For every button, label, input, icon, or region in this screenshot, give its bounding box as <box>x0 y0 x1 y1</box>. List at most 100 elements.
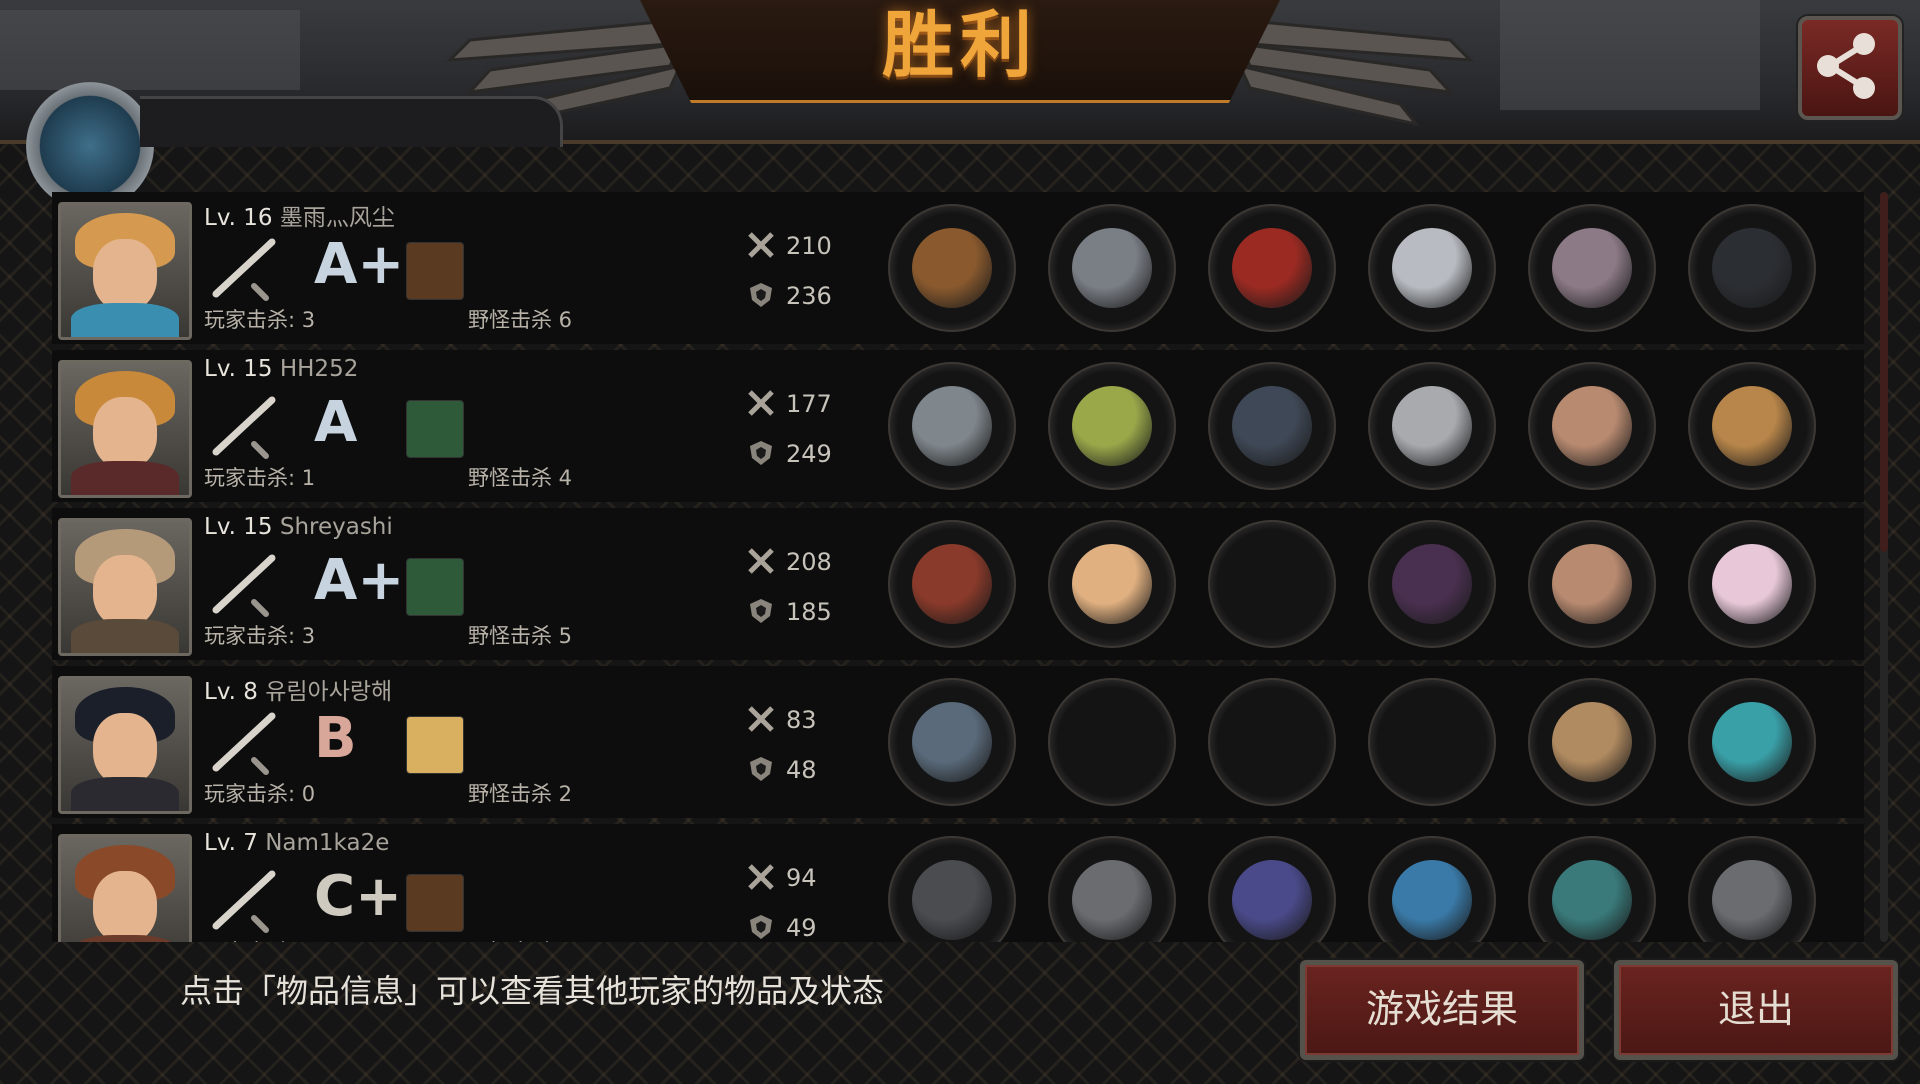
equipment-slot[interactable] <box>1048 204 1176 332</box>
scrollbar-thumb[interactable] <box>1880 192 1888 552</box>
attack-stat: 94 <box>748 864 817 892</box>
equipment-slot[interactable] <box>1208 678 1336 806</box>
crossed-swords-icon <box>748 390 774 416</box>
equipment-slot[interactable] <box>1368 362 1496 490</box>
winged-tiara-icon <box>1072 544 1152 624</box>
crossbow-icon <box>912 228 992 308</box>
equipment-slot[interactable] <box>1368 520 1496 648</box>
player-row[interactable]: Lv. 7 Nam1ka2e C+ 玩家击杀: 1 野怪击杀 3 94 49 <box>52 824 1864 942</box>
monster-kills: 野怪击杀 3 <box>468 936 572 942</box>
equipment-slot[interactable] <box>1528 836 1656 942</box>
skill-icon[interactable] <box>406 558 464 616</box>
gauntlet-icon <box>1552 544 1632 624</box>
portrait-body <box>71 777 179 811</box>
player-portrait[interactable] <box>58 676 192 814</box>
equipment-slot[interactable] <box>1528 362 1656 490</box>
equipment-slot[interactable] <box>888 204 1016 332</box>
shield-icon <box>750 599 772 623</box>
player-name: Shreyashi <box>279 514 393 540</box>
player-level: Lv. 7 <box>204 830 258 856</box>
player-portrait[interactable] <box>58 518 192 656</box>
sniper-rifle-icon <box>912 860 992 940</box>
equipment-slot[interactable] <box>1208 362 1336 490</box>
portrait-face <box>93 713 157 785</box>
equipment-slot[interactable] <box>1048 362 1176 490</box>
attack-value: 210 <box>786 232 832 260</box>
team-tab[interactable] <box>140 96 563 147</box>
player-row[interactable]: Lv. 16 墨雨灬风尘 A+ 玩家击杀: 3 野怪击杀 6 210 236 <box>52 192 1864 344</box>
defense-value: 185 <box>786 598 832 626</box>
player-row[interactable]: Lv. 15 Shreyashi A+ 玩家击杀: 3 野怪击杀 5 208 1… <box>52 508 1864 660</box>
player-kills: 玩家击杀: 1 <box>204 936 315 942</box>
jacket-icon <box>1232 860 1312 940</box>
player-level-name: Lv. 15 Shreyashi <box>204 514 393 540</box>
portrait-body <box>71 619 179 653</box>
attack-value: 83 <box>786 706 817 734</box>
player-portrait[interactable] <box>58 202 192 340</box>
player-grade: A+ <box>314 232 405 297</box>
equipment-slot[interactable] <box>888 836 1016 942</box>
attack-value: 208 <box>786 548 832 576</box>
equipment-slot[interactable] <box>1048 678 1176 806</box>
equipment-slot[interactable] <box>1528 204 1656 332</box>
player-row[interactable]: Lv. 8 유림아사랑해 B 玩家击杀: 0 野怪击杀 2 83 48 <box>52 666 1864 818</box>
equipment-slot[interactable] <box>1688 520 1816 648</box>
crossed-swords-icon <box>748 864 774 890</box>
crossed-swords-icon <box>748 232 774 258</box>
wooden-clogs-icon <box>1552 702 1632 782</box>
equipment-slot[interactable] <box>1368 678 1496 806</box>
defense-value: 236 <box>786 282 832 310</box>
rapier-icon <box>212 554 276 617</box>
player-row[interactable]: Lv. 15 HH252 A 玩家击杀: 1 野怪击杀 4 177 249 <box>52 350 1864 502</box>
crossed-swords-icon <box>748 706 774 732</box>
monster-kills: 野怪击杀 2 <box>468 782 573 806</box>
player-kills: 玩家击杀: 3 <box>204 308 316 332</box>
equipment-slot[interactable] <box>888 520 1016 648</box>
knife-icon <box>212 712 276 775</box>
equipment-slot[interactable] <box>1688 204 1816 332</box>
defense-stat: 49 <box>750 914 817 942</box>
dark-glove-icon <box>1392 544 1472 624</box>
game-result-button[interactable]: 游戏结果 <box>1300 960 1584 1060</box>
portrait-body <box>71 935 179 942</box>
share-button[interactable] <box>1798 16 1902 120</box>
skill-icon[interactable] <box>406 400 464 458</box>
crossbow-icon <box>212 238 276 301</box>
statue-icon <box>912 386 992 466</box>
equipment-slot[interactable] <box>1368 204 1496 332</box>
helmet-icon <box>1072 228 1152 308</box>
equipment-slot[interactable] <box>1208 836 1336 942</box>
halberd-icon <box>912 544 992 624</box>
equipment-slot[interactable] <box>1688 836 1816 942</box>
equipment-slot[interactable] <box>1528 520 1656 648</box>
skill-icon[interactable] <box>406 242 464 300</box>
attack-stat: 177 <box>748 390 832 418</box>
equipment-slot[interactable] <box>888 678 1016 806</box>
skill-icon[interactable] <box>406 716 464 774</box>
shield-icon <box>750 757 772 781</box>
player-portrait[interactable] <box>58 360 192 498</box>
equipment-slot[interactable] <box>1208 204 1336 332</box>
player-kills: 玩家击杀: 1 <box>204 466 316 490</box>
equipment-slot[interactable] <box>1368 836 1496 942</box>
player-level: Lv. 8 <box>204 679 258 705</box>
equipment-slot[interactable] <box>1048 836 1176 942</box>
equipment-slot[interactable] <box>1208 520 1336 648</box>
crossed-swords-icon <box>748 548 774 574</box>
player-portrait[interactable] <box>58 834 192 942</box>
exit-button[interactable]: 退出 <box>1614 960 1898 1060</box>
skill-icon[interactable] <box>406 874 464 932</box>
monster-kills: 野怪击杀 6 <box>468 308 573 332</box>
attack-value: 94 <box>786 864 817 892</box>
defense-value: 249 <box>786 440 832 468</box>
portrait-face <box>93 871 157 942</box>
equipment-slot[interactable] <box>1528 678 1656 806</box>
spirit-orb-icon <box>1712 702 1792 782</box>
equipment-slot[interactable] <box>1688 678 1816 806</box>
equipment-slot[interactable] <box>1048 520 1176 648</box>
laurel-wreath-icon <box>1072 386 1152 466</box>
equipment-slot[interactable] <box>1688 362 1816 490</box>
player-name: 墨雨灬风尘 <box>279 205 395 231</box>
sneakers-icon <box>1552 860 1632 940</box>
equipment-slot[interactable] <box>888 362 1016 490</box>
